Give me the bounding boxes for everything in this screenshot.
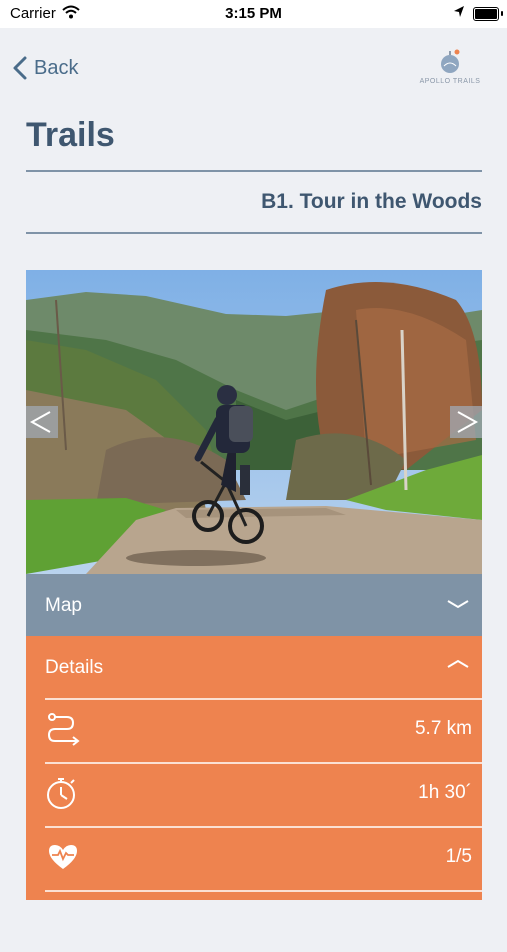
distance-value: 5.7 km	[414, 718, 472, 739]
chevron-down-icon	[447, 600, 469, 609]
location-arrow-icon	[453, 5, 465, 23]
distance-row: 5.7 km	[26, 698, 482, 760]
heartbeat-icon	[49, 845, 77, 869]
route-icon	[47, 713, 80, 746]
chevron-left-icon	[13, 56, 27, 80]
chevron-up-icon	[447, 659, 469, 668]
duration-row: 1h 30´	[26, 762, 482, 824]
status-time: 3:15 PM	[225, 5, 282, 22]
trail-name: B1. Tour in the Woods	[261, 190, 482, 213]
apollo-trails-logo: APOLLO TRAILS	[418, 46, 482, 94]
details-label: Details	[45, 657, 104, 678]
divider	[26, 170, 482, 172]
chevron-right-icon	[457, 411, 479, 433]
duration-value: 1h 30´	[418, 782, 472, 803]
battery-icon	[473, 7, 499, 21]
difficulty-row: 1/5	[26, 826, 482, 888]
row-divider	[45, 698, 482, 700]
map-label: Map	[45, 595, 82, 616]
row-divider	[45, 762, 482, 764]
logo-text: APOLLO TRAILS	[419, 78, 481, 85]
next-row	[26, 890, 482, 952]
trail-photo	[26, 270, 482, 574]
row-divider	[45, 890, 482, 892]
previous-photo-button[interactable]	[26, 406, 58, 438]
map-section-toggle[interactable]: Map	[26, 574, 482, 636]
next-photo-button[interactable]	[450, 406, 482, 438]
details-section: Details 5.7 km 1h 30´ 1/5	[26, 636, 482, 900]
difficulty-value: 1/5	[445, 846, 472, 867]
stopwatch-icon	[47, 778, 75, 809]
back-button[interactable]: Back	[10, 54, 78, 82]
status-bar: Carrier 3:15 PM	[0, 0, 507, 28]
chevron-left-icon	[29, 411, 51, 433]
page-title: Trails	[26, 116, 115, 154]
row-divider	[45, 826, 482, 828]
details-section-toggle[interactable]: Details	[26, 636, 482, 698]
battery-tip	[501, 11, 503, 16]
divider	[26, 232, 482, 234]
back-label: Back	[34, 56, 79, 79]
